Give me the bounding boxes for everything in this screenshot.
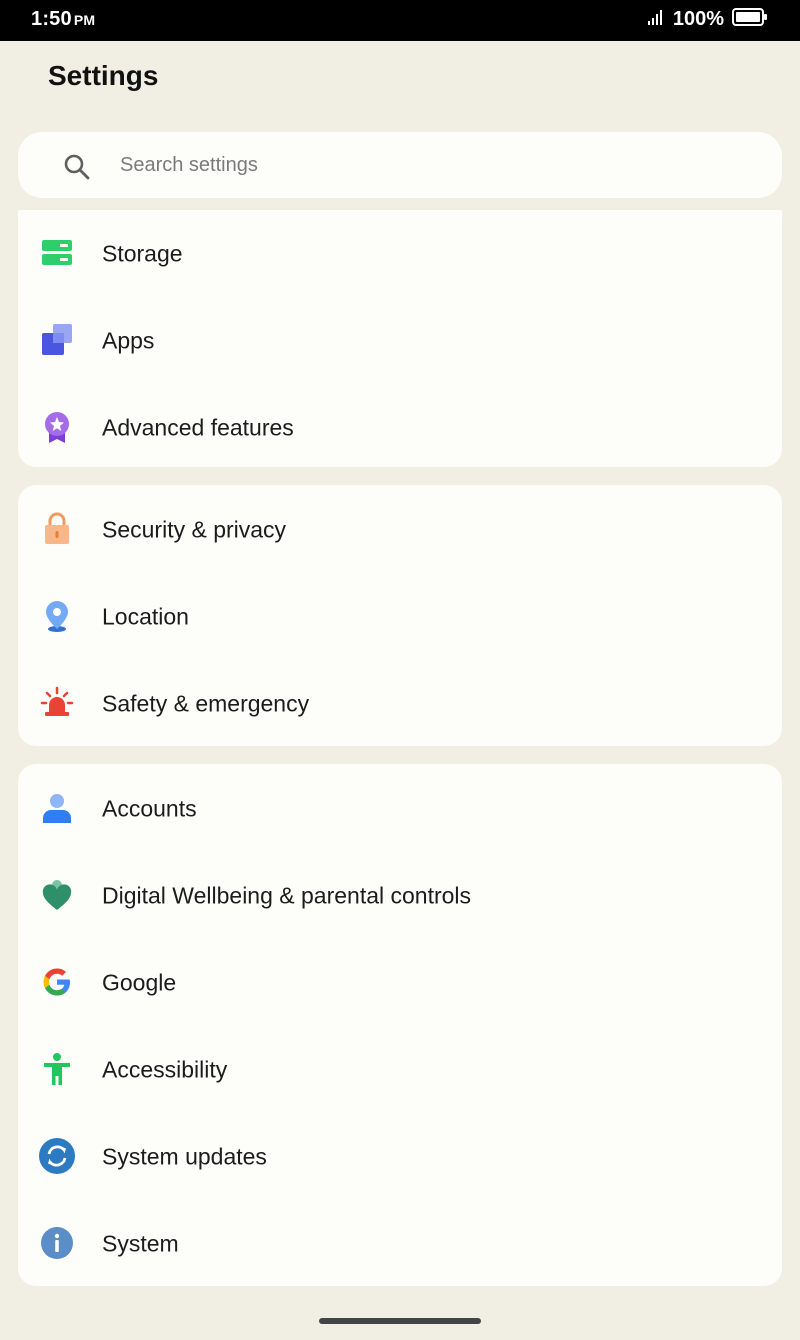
apps-icon <box>40 323 74 357</box>
settings-item-label: Digital Wellbeing & parental controls <box>102 882 472 908</box>
search-input[interactable]: Search settings <box>120 154 258 177</box>
settings-item-label: Accessibility <box>102 1056 228 1082</box>
settings-item-label: Advanced features <box>102 414 294 440</box>
settings-item-label: Apps <box>102 327 155 353</box>
settings-item-security-privacy[interactable]: Security & privacy <box>18 486 782 573</box>
gesture-nav-handle[interactable] <box>319 1318 481 1324</box>
location-pin-icon <box>40 599 74 633</box>
settings-item-label: Google <box>102 969 177 995</box>
page-title: Settings <box>48 60 159 91</box>
settings-item-label: Accounts <box>102 795 197 821</box>
settings-item-system-updates[interactable]: System updates <box>18 1113 782 1200</box>
settings-item-label: Security & privacy <box>102 516 287 542</box>
lock-icon <box>40 512 74 546</box>
advanced-features-icon <box>40 410 74 444</box>
settings-item-system[interactable]: System <box>18 1200 782 1287</box>
settings-item-label: Storage <box>102 240 183 266</box>
settings-item-location[interactable]: Location <box>18 573 782 660</box>
google-icon <box>40 965 74 999</box>
settings-item-label: System updates <box>102 1143 267 1169</box>
settings-item-advanced-features[interactable]: Advanced features <box>18 384 782 471</box>
system-updates-icon <box>38 1137 76 1175</box>
search-icon <box>62 152 92 187</box>
account-icon <box>40 791 74 825</box>
battery-percentage: 100% <box>672 7 724 30</box>
settings-group-2: Security & privacy Location Safety & eme… <box>18 485 782 746</box>
status-time: 1:50 PM <box>31 8 95 31</box>
info-icon <box>40 1226 74 1260</box>
settings-item-digital-wellbeing[interactable]: Digital Wellbeing & parental controls <box>18 852 782 939</box>
signal-icon <box>647 8 665 31</box>
status-bar: 1:50 PM 100% <box>0 0 800 41</box>
accessibility-icon <box>40 1052 74 1086</box>
settings-group-3: Accounts Digital Wellbeing & parental co… <box>18 764 782 1286</box>
search-bar[interactable]: Search settings <box>18 132 782 198</box>
settings-item-accounts[interactable]: Accounts <box>18 765 782 852</box>
settings-item-label: Location <box>102 603 189 629</box>
settings-item-accessibility[interactable]: Accessibility <box>18 1026 782 1113</box>
emergency-siren-icon <box>40 686 74 720</box>
settings-group-1: Storage Apps Advanced features <box>18 210 782 467</box>
status-indicators: 100% <box>647 7 768 31</box>
status-time-ampm: PM <box>73 12 96 28</box>
settings-item-label: Safety & emergency <box>102 690 310 716</box>
settings-item-storage[interactable]: Storage <box>18 210 782 297</box>
settings-item-google[interactable]: Google <box>18 939 782 1026</box>
status-time-value: 1:50 <box>31 8 72 30</box>
storage-icon <box>40 236 74 270</box>
battery-icon <box>732 7 768 32</box>
settings-item-label: System <box>102 1230 179 1256</box>
wellbeing-heart-icon <box>40 878 74 912</box>
settings-item-apps[interactable]: Apps <box>18 297 782 384</box>
settings-item-safety-emergency[interactable]: Safety & emergency <box>18 660 782 747</box>
